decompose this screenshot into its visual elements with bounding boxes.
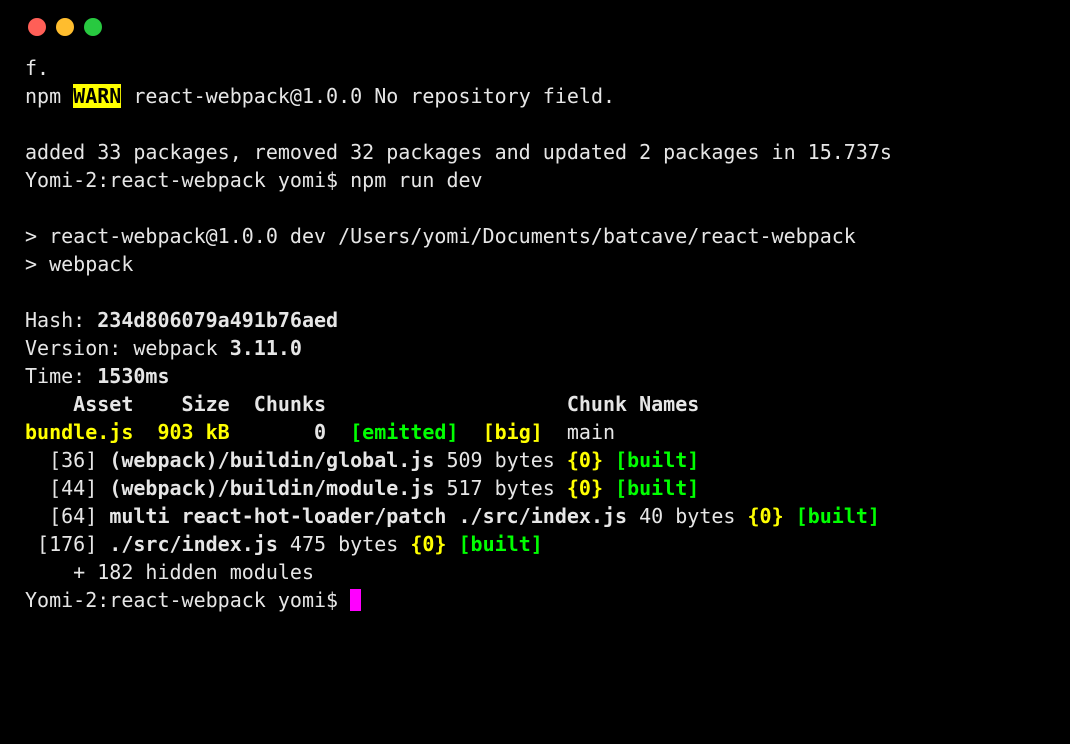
space — [784, 504, 796, 528]
module-index: [44] — [25, 476, 109, 500]
output-line: f. — [25, 56, 49, 80]
module-chunk: {0} — [748, 504, 784, 528]
hidden-modules: + 182 hidden modules — [25, 560, 314, 584]
module-size: 475 bytes — [278, 532, 410, 556]
space — [603, 476, 615, 500]
prompt-user: yomi$ — [278, 168, 350, 192]
module-chunk: {0} — [410, 532, 446, 556]
emitted-tag: [emitted] — [350, 420, 482, 444]
built-tag: [built] — [796, 504, 880, 528]
module-size: 517 bytes — [434, 476, 566, 500]
close-icon[interactable] — [28, 18, 46, 36]
space — [603, 448, 615, 472]
prompt-dir: react-webpack — [109, 588, 278, 612]
script-line: > react-webpack@1.0.0 dev /Users/yomi/Do… — [25, 224, 856, 248]
module-index: [64] — [25, 504, 109, 528]
built-tag: [built] — [615, 448, 699, 472]
prompt-host: Yomi-2: — [25, 168, 109, 192]
module-chunk: {0} — [567, 476, 603, 500]
chunk-name: main — [567, 420, 615, 444]
prompt-dir: react-webpack — [109, 168, 278, 192]
npm-prefix: npm — [25, 84, 73, 108]
module-name: (webpack)/buildin/global.js — [109, 448, 434, 472]
module-chunk: {0} — [567, 448, 603, 472]
time-label: Time: — [25, 364, 97, 388]
prompt-host: Yomi-2: — [25, 588, 109, 612]
built-tag: [built] — [615, 476, 699, 500]
warn-badge: WARN — [73, 84, 121, 108]
version-prefix: webpack — [133, 336, 229, 360]
big-tag: [big] — [483, 420, 567, 444]
script-line: > webpack — [25, 252, 133, 276]
module-name: ./src/index.js — [109, 532, 278, 556]
module-size: 509 bytes — [434, 448, 566, 472]
warn-message: react-webpack@1.0.0 No repository field. — [121, 84, 615, 108]
time-value: 1530ms — [97, 364, 169, 388]
module-index: [176] — [25, 532, 109, 556]
table-header: Asset Size Chunks Chunk Names — [25, 392, 699, 416]
install-summary: added 33 packages, removed 32 packages a… — [25, 140, 892, 164]
version-value: 3.11.0 — [230, 336, 302, 360]
prompt-user: yomi$ — [278, 588, 350, 612]
space — [446, 532, 458, 556]
module-name: multi react-hot-loader/patch ./src/index… — [109, 504, 627, 528]
command-text: npm run dev — [350, 168, 482, 192]
terminal-output[interactable]: f. npm WARN react-webpack@1.0.0 No repos… — [0, 54, 1070, 639]
built-tag: [built] — [459, 532, 543, 556]
version-label: Version: — [25, 336, 133, 360]
module-index: [36] — [25, 448, 109, 472]
chunk-id: 0 — [230, 420, 350, 444]
module-size: 40 bytes — [627, 504, 747, 528]
minimize-icon[interactable] — [56, 18, 74, 36]
window-controls — [0, 0, 1070, 54]
hash-value: 234d806079a491b76aed — [97, 308, 338, 332]
maximize-icon[interactable] — [84, 18, 102, 36]
cursor-icon — [350, 589, 361, 611]
hash-label: Hash: — [25, 308, 97, 332]
module-name: (webpack)/buildin/module.js — [109, 476, 434, 500]
asset-name: bundle.js 903 kB — [25, 420, 230, 444]
